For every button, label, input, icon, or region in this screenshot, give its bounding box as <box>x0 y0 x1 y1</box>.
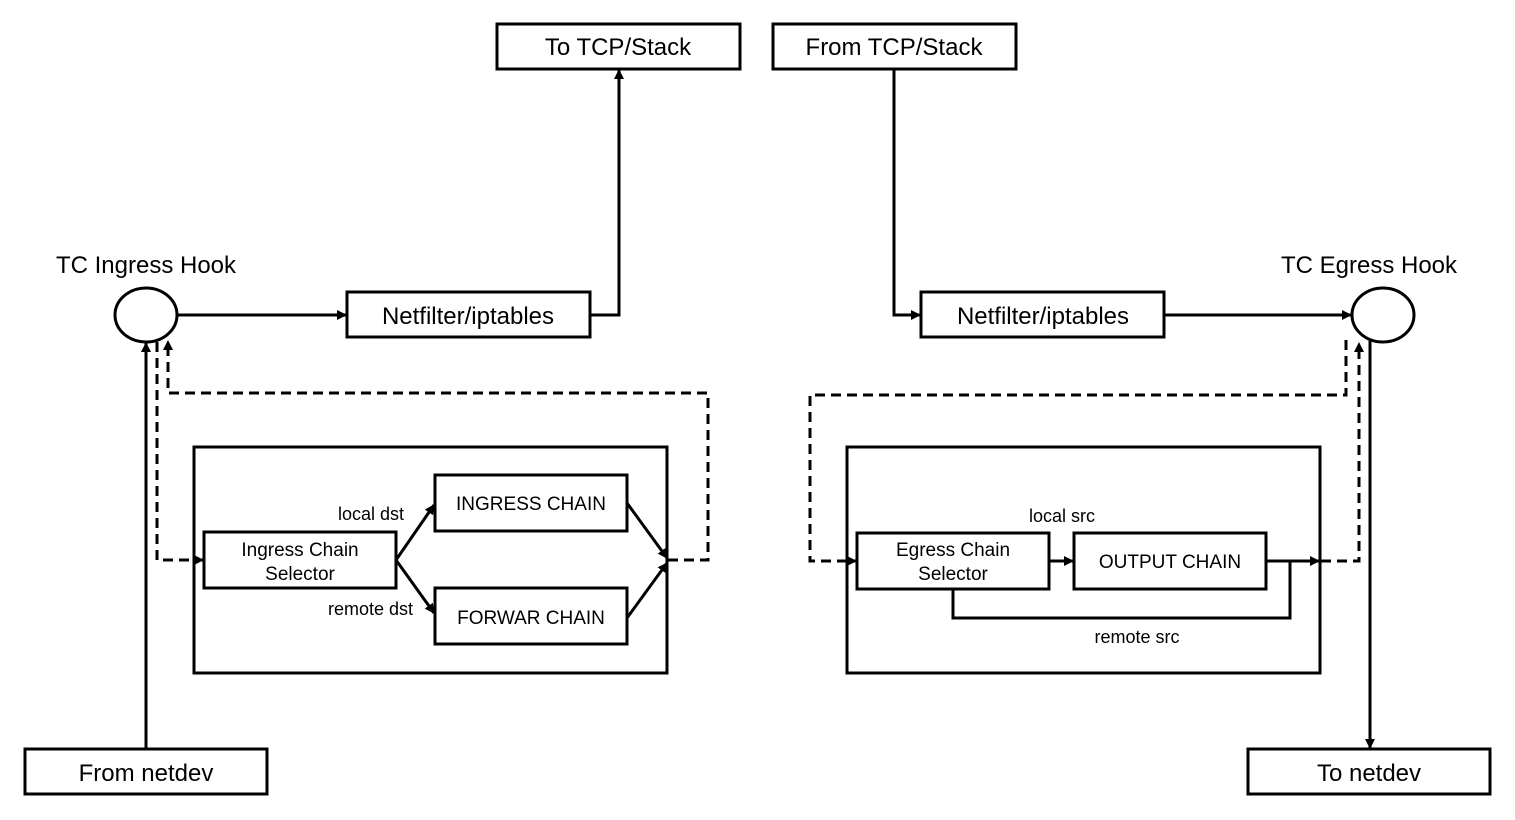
from-tcp-stack-box: From TCP/Stack <box>771 22 1018 71</box>
from-netdev-box: From netdev <box>23 747 269 796</box>
local-src-label: local src <box>1029 506 1095 526</box>
edge-netfilter-to-tcp-stack <box>590 69 624 317</box>
tc-egress-hook-node <box>1350 286 1416 344</box>
output-chain-label: OUTPUT CHAIN <box>1099 552 1241 573</box>
netfilter-egress-box: Netfilter/iptables <box>919 290 1166 339</box>
remote-src-label: remote src <box>1094 627 1179 647</box>
netfilter-ingress-box: Netfilter/iptables <box>345 290 592 339</box>
forward-chain-box: FORWAR CHAIN <box>433 586 629 646</box>
forward-chain-label: FORWAR CHAIN <box>457 608 605 629</box>
ingress-chain-box: INGRESS CHAIN <box>433 473 629 533</box>
tc-netfilter-diagram: To TCP/Stack From TCP/Stack TC Ingress H… <box>23 22 1492 796</box>
to-tcp-stack-box: To TCP/Stack <box>495 22 742 71</box>
ingress-selector-label-2: Selector <box>265 564 335 585</box>
to-tcp-stack-label: To TCP/Stack <box>545 34 692 61</box>
netfilter-egress-label: Netfilter/iptables <box>957 303 1129 330</box>
tc-egress-hook-label: TC Egress Hook <box>1281 252 1458 279</box>
remote-dst-label: remote dst <box>328 599 413 619</box>
ingress-chain-label: INGRESS CHAIN <box>456 494 606 515</box>
dashed-edge-egress-return-to-hook <box>1321 342 1364 563</box>
egress-selector-label-2: Selector <box>918 564 988 585</box>
edge-tcp-stack-to-netfilter <box>892 69 921 320</box>
tc-ingress-hook-label: TC Ingress Hook <box>56 252 237 279</box>
from-tcp-stack-label: From TCP/Stack <box>806 34 984 61</box>
egress-chain-selector-box: Egress Chain Selector <box>855 531 1051 591</box>
ingress-selector-label-1: Ingress Chain <box>241 540 358 561</box>
output-chain-box: OUTPUT CHAIN <box>1072 531 1268 591</box>
tc-ingress-hook-node <box>113 286 179 344</box>
ingress-chain-selector-box: Ingress Chain Selector <box>202 530 398 590</box>
egress-selector-label-1: Egress Chain <box>896 540 1010 561</box>
to-netdev-box: To netdev <box>1246 747 1492 796</box>
from-netdev-label: From netdev <box>79 760 214 787</box>
netfilter-ingress-label: Netfilter/iptables <box>382 303 554 330</box>
local-dst-label: local dst <box>338 504 404 524</box>
to-netdev-label: To netdev <box>1317 760 1421 787</box>
